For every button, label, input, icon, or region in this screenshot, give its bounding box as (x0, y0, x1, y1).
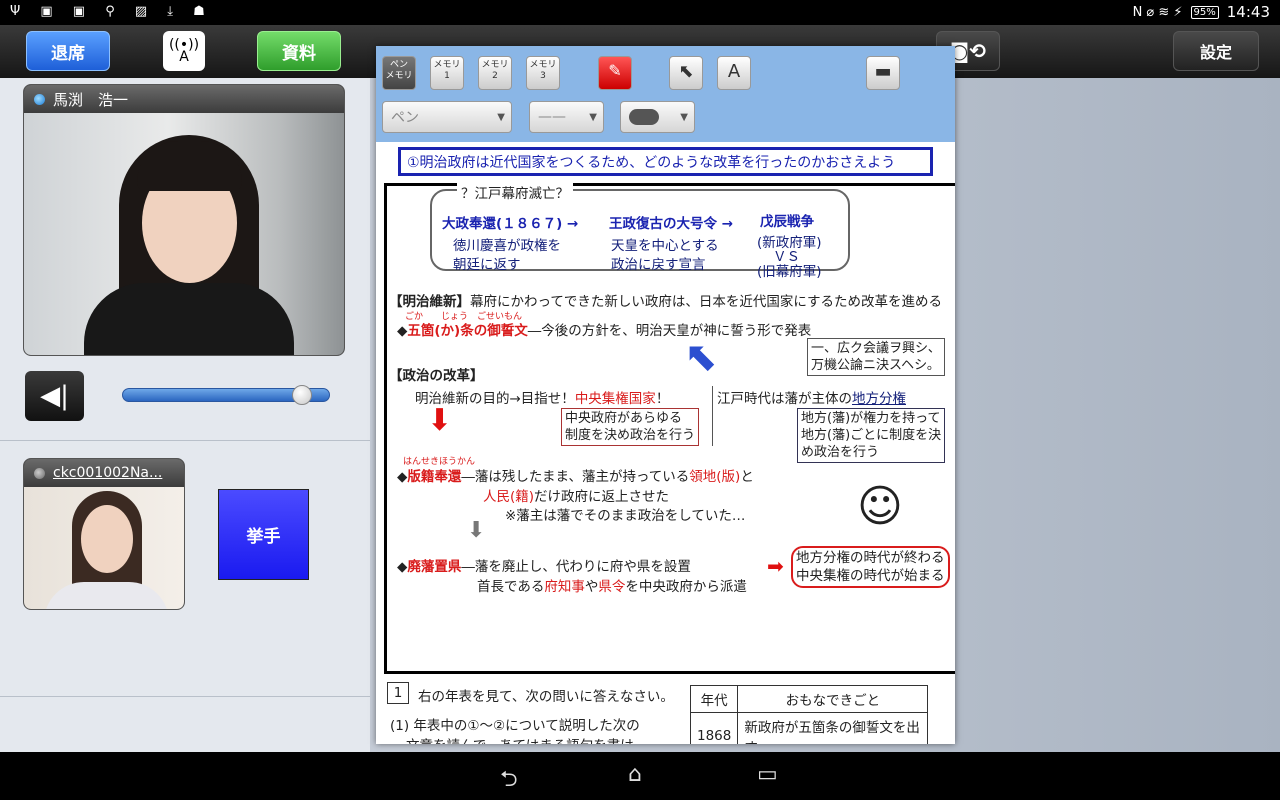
video-feed (24, 487, 184, 609)
memory-3-tool[interactable]: メモリ 3 (526, 56, 560, 90)
pen-tool[interactable]: ✎ (598, 56, 632, 90)
event-taisei-hokan: 大政奉還(１８６７) → (442, 216, 579, 232)
volume-slider[interactable] (122, 385, 330, 405)
lesson-objective: ①明治政府は近代国家をつくるため、どのような改革を行ったのかおさえよう (398, 147, 933, 176)
clock: 14:43 (1226, 3, 1270, 21)
section-heading: 【明治維新】 (389, 294, 470, 310)
pen-style-value: ペン (391, 110, 419, 126)
chevron-down-icon: ▼ (497, 111, 505, 123)
system-icons: N ⌀ ≋ ⚡ (1132, 4, 1183, 20)
event-desc: 政治に戻す宣言 (611, 257, 706, 273)
down-arrow-icon: ⬇ (427, 403, 453, 438)
document-toolbar: ペン メモリ メモリ 1 メモリ 2 メモリ 3 ✎ ⬉ A ▬ ペン ▼ —— ▼ ▼ (376, 46, 955, 142)
term-hanseki-hokan: 版籍奉還 (407, 469, 462, 485)
lesson-notes-box: ？江戸幕府滅亡？ 大政奉還(１８６７) → 徳川慶喜が政権を 朝廷に返す 王政復… (384, 182, 955, 674)
section-heading: 【政治の改革】 (389, 368, 484, 384)
note-text: ※藩主は藩でそのまま政治をしていた… (505, 508, 746, 524)
participant-name: ckc001002Na... (53, 465, 163, 481)
pen-icon: ✎ (608, 61, 622, 80)
participant-name: 馬渕 浩一 (53, 90, 129, 109)
text-size-icon: A (727, 61, 741, 82)
central-government-box: 中央政府があらゆる 制度を決め政治を行う (561, 408, 700, 446)
antenna-label: A (179, 49, 189, 65)
status-bar: Ψ ▣ ▣ ⚲ ▨ ⤓ ☗ N ⌀ ≋ ⚡ 95% 14:43 (0, 0, 1280, 25)
right-arrow-icon: ➡ (767, 554, 784, 578)
antenna-button[interactable]: ((•)) A (163, 31, 205, 71)
question-subtext: (1) 年表中の①～②について説明した次の (390, 718, 640, 734)
term-haihan-chiken: 廃藩置県 (407, 559, 462, 575)
text-tool[interactable]: A (717, 56, 751, 90)
term-desc: ―今後の方針を、明治天皇が神に誓う形で発表 (527, 323, 812, 339)
pointer-arrow-icon: ⬉ (678, 61, 694, 82)
folder-icon: ▬ (874, 61, 892, 82)
question-text: 右の年表を見て、次の問いに答えなさい。 (418, 689, 674, 705)
event-desc: 朝廷に返す (453, 257, 521, 273)
speaker-icon: ◀| (40, 381, 69, 411)
color-dropdown[interactable]: ▼ (620, 101, 695, 133)
participants-panel: 馬渕 浩一 ◀| ckc001002Na... 挙手 (0, 78, 370, 752)
home-icon[interactable]: ⌂ (628, 762, 642, 787)
speaker-button[interactable]: ◀| (25, 371, 84, 421)
back-icon[interactable]: ⮌ (500, 762, 518, 800)
participant-video-main[interactable]: 馬渕 浩一 (23, 84, 345, 356)
event-boshin-war: 戊辰戦争 (760, 214, 814, 230)
timeline-title: ？江戸幕府滅亡？ (457, 182, 573, 202)
down-arrow-icon: ⬇ (467, 518, 486, 543)
pen-memory-tool[interactable]: ペン メモリ (382, 56, 416, 90)
settings-button[interactable]: 設定 (1173, 31, 1259, 71)
recent-apps-icon[interactable]: ▭ (757, 762, 778, 787)
notification-icons: Ψ ▣ ▣ ⚲ ▨ ⤓ ☗ (10, 4, 213, 19)
offline-status-icon (34, 467, 45, 479)
exit-button[interactable]: 退席 (26, 31, 110, 71)
volume-slider-thumb[interactable] (291, 385, 312, 405)
section-text: 幕府にかわってできた新しい政府は、日本を近代国家にするため改革を進める (470, 294, 942, 310)
document-window[interactable]: ペン メモリ メモリ 1 メモリ 2 メモリ 3 ✎ ⬉ A ▬ ペン ▼ —— ▼ ▼ ①… (376, 46, 955, 744)
event-osei-fukko: 王政復古の大号令 → (609, 216, 734, 232)
event-desc: 徳川慶喜が政権を (453, 238, 561, 254)
chronology-table: 年代おもなできごと 1868新政府が五箇条の御誓文を出す (689, 685, 929, 744)
event-desc: 天皇を中心とする (611, 238, 719, 254)
local-government-box: 地方(藩)が権力を持って 地方(藩)ごとに制度を決 め政治を行う (797, 408, 946, 463)
quote-box: 一、広ク会議ヲ興シ、 万機公論ニ決スヘシ。 (807, 338, 945, 376)
pointer-arrow-icon: ⬉ (684, 334, 718, 380)
term-decentralization: 地方分権 (852, 391, 906, 407)
color-swatch (629, 109, 659, 125)
video-feed (24, 113, 344, 355)
participant-video-secondary[interactable]: ckc001002Na... (23, 458, 185, 610)
memory-2-tool[interactable]: メモリ 2 (478, 56, 512, 90)
camera-switch-icon: ◙⟲ (949, 39, 987, 63)
term-gokajo: 五箇(か)条の御誓文 (407, 323, 528, 339)
memory-1-tool[interactable]: メモリ 1 (430, 56, 464, 90)
folder-tool[interactable]: ▬ (866, 56, 900, 90)
line-width-dropdown[interactable]: —— ▼ (529, 101, 604, 133)
online-status-icon (34, 93, 45, 105)
line-width-value: —— (538, 109, 566, 125)
question-subtext: 文章を読んで、あてはまる語句を書け (406, 734, 634, 744)
pointer-tool[interactable]: ⬉ (669, 56, 703, 90)
battery-indicator: 95% (1190, 5, 1219, 19)
document-page: ①明治政府は近代国家をつくるため、どのような改革を行ったのかおさえよう ？江戸幕… (376, 142, 955, 744)
system-nav-bar: ⮌ ⌂ ▭ (0, 752, 1280, 800)
pen-style-dropdown[interactable]: ペン ▼ (382, 101, 512, 133)
chevron-down-icon: ▼ (680, 111, 688, 123)
conclusion-box: 地方分権の時代が終わる 中央集権の時代が始まる (791, 546, 950, 588)
raise-hand-button[interactable]: 挙手 (218, 489, 309, 580)
chevron-down-icon: ▼ (589, 111, 597, 123)
event-desc: (旧幕府軍) (757, 264, 822, 280)
teacher-illustration-icon: ☺ (857, 481, 903, 532)
question-number: 1 (387, 682, 409, 704)
term-centralization: 中央集権国家 (574, 391, 656, 407)
documents-button[interactable]: 資料 (257, 31, 341, 71)
